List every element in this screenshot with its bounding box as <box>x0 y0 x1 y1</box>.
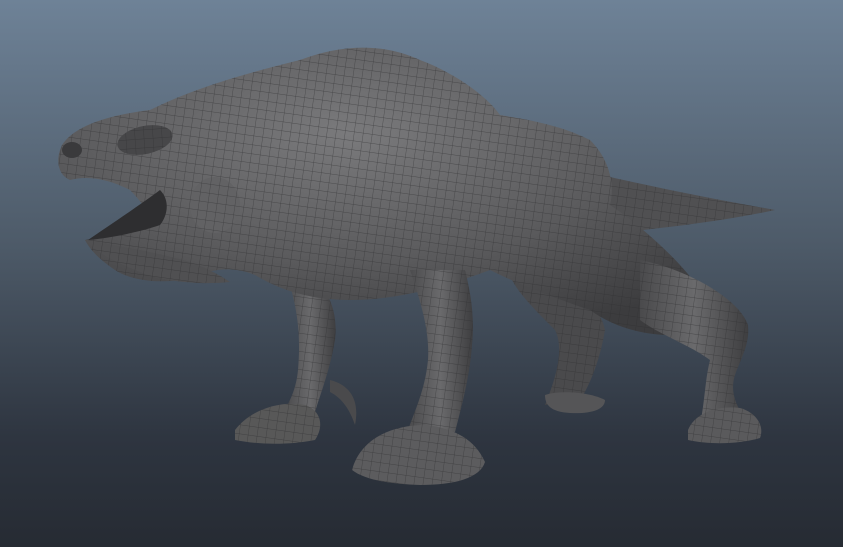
creature-model[interactable] <box>58 47 775 485</box>
creature-nostril <box>62 142 82 158</box>
creature-foot-back <box>545 392 605 414</box>
creature-claw <box>330 380 357 425</box>
viewport-canvas[interactable] <box>0 0 843 547</box>
3d-viewport[interactable] <box>0 0 843 547</box>
